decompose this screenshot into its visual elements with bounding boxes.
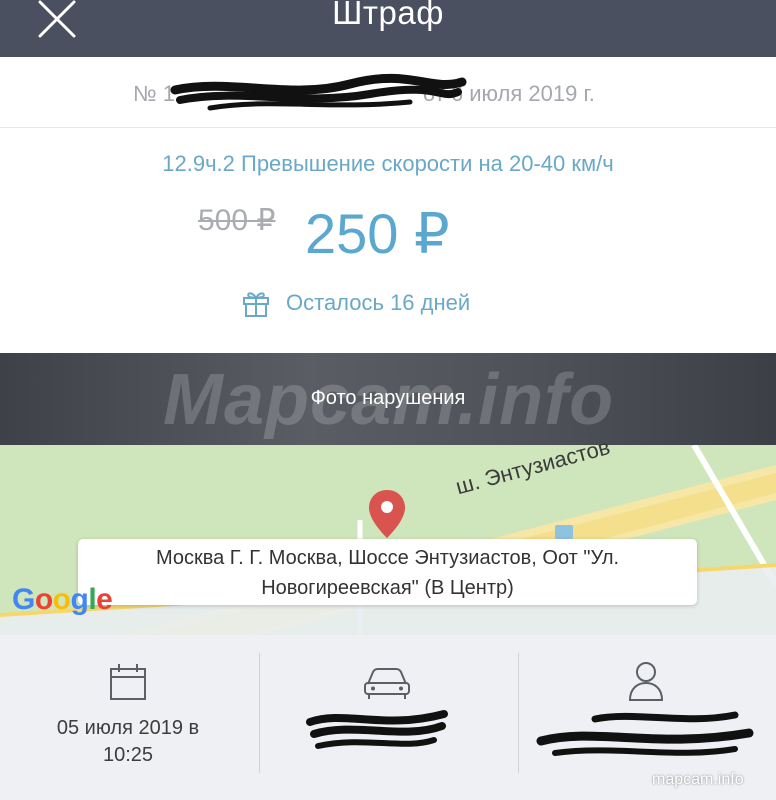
redaction-scribble — [536, 711, 754, 756]
site-watermark: mapcam.info — [652, 771, 744, 788]
gift-icon — [243, 292, 269, 317]
address-card: Москва Г. Г. Москва, Шоссе Энтузиастов, … — [78, 539, 697, 605]
person-icon — [628, 662, 664, 701]
redaction-scribble — [306, 710, 448, 749]
fine-amount-box: 12.9ч.2 Превышение скорости на 20-40 км/… — [0, 129, 776, 353]
fine-number-prefix: № 1 — [133, 81, 175, 106]
address-line-2: Новогиреевская" (В Центр) — [261, 577, 514, 599]
violation-date: 05 июля 2019 в 10:25 — [28, 715, 228, 769]
date-cell: 05 июля 2019 в 10:25 — [0, 635, 259, 780]
map-pin-icon — [369, 490, 405, 538]
calendar-icon — [110, 664, 146, 700]
violation-date-line-1: 05 июля 2019 в — [56, 717, 200, 739]
violation-date-line-2: 10:25 — [102, 744, 154, 766]
violation-article: 12.9ч.2 Превышение скорости на 20-40 км/… — [162, 151, 614, 176]
address-line-1: Москва Г. Г. Москва, Шоссе Энтузиастов, … — [155, 547, 620, 569]
header-bar: Штраф — [0, 0, 776, 57]
watermark: Mapcam.info — [163, 360, 615, 440]
car-icon — [364, 668, 410, 699]
days-left-text: Осталось 16 дней — [286, 290, 471, 315]
old-price: 500 ₽ — [198, 204, 276, 237]
google-logo: Google — [12, 583, 113, 616]
page-title: Штраф — [332, 0, 444, 31]
discounted-price: 250 ₽ — [305, 202, 450, 265]
redaction-scribble — [170, 73, 467, 111]
discount-days-left: Осталось 16 дней — [240, 287, 470, 319]
driver-cell — [519, 635, 776, 780]
vehicle-cell — [260, 635, 518, 780]
